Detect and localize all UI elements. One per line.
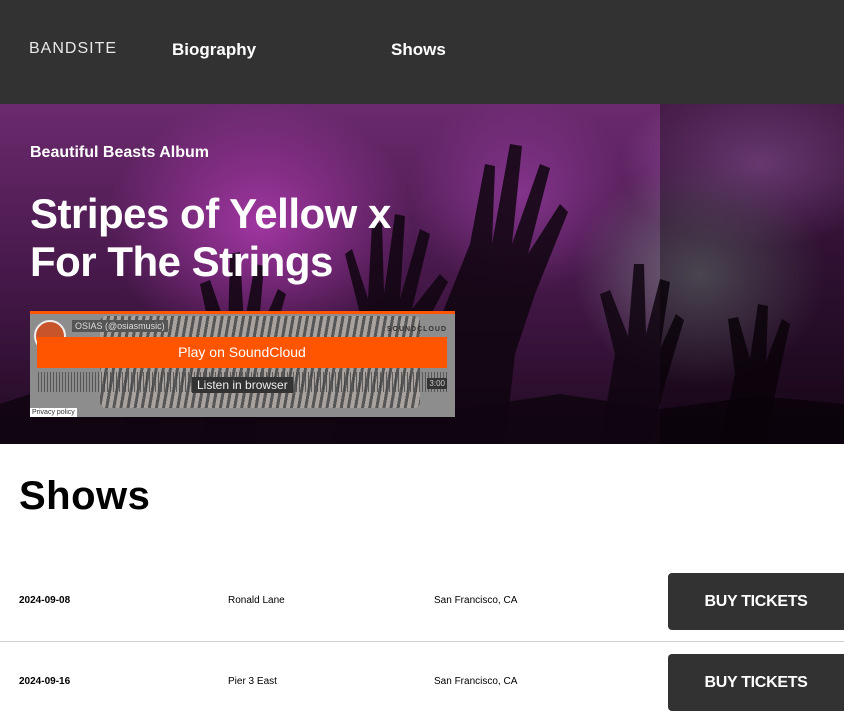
show-date: 2024-09-16 <box>19 676 71 687</box>
listen-in-browser-button[interactable]: Listen in browser <box>192 377 293 393</box>
soundcloud-logo[interactable]: SOUNDCLOUD <box>387 326 447 333</box>
show-location: San Francisco, CA <box>434 676 518 687</box>
show-venue: Ronald Lane <box>228 595 285 606</box>
privacy-policy-link[interactable]: Privacy policy <box>30 408 77 417</box>
show-row[interactable]: 2024-09-16 Pier 3 East San Francisco, CA… <box>0 642 844 723</box>
nav-biography[interactable]: Biography <box>172 40 256 60</box>
soundcloud-widget: OSIAS (@osiasmusic) SOUNDCLOUD Play on S… <box>30 311 455 417</box>
hero-title: Stripes of Yellow x For The Strings <box>30 190 391 285</box>
buy-tickets-button[interactable]: BUY TICKETS <box>668 654 844 711</box>
show-date: 2024-09-08 <box>19 595 71 606</box>
show-venue: Pier 3 East <box>228 676 277 687</box>
track-duration: 3:00 <box>427 378 447 389</box>
site-logo[interactable]: BANDSITE <box>29 40 117 58</box>
buy-tickets-button[interactable]: BUY TICKETS <box>668 573 844 630</box>
shows-heading: Shows <box>19 474 151 518</box>
soundcloud-user[interactable]: OSIAS (@osiasmusic) <box>72 320 168 332</box>
show-location: San Francisco, CA <box>434 595 518 606</box>
site-header: BANDSITE Biography Shows <box>0 0 844 104</box>
hero-banner: Beautiful Beasts Album Stripes of Yellow… <box>0 104 844 444</box>
nav-shows[interactable]: Shows <box>391 40 446 60</box>
album-label: Beautiful Beasts Album <box>30 144 209 161</box>
show-row[interactable]: 2024-09-08 Ronald Lane San Francisco, CA… <box>0 561 844 642</box>
play-on-soundcloud-button[interactable]: Play on SoundCloud <box>37 337 447 368</box>
